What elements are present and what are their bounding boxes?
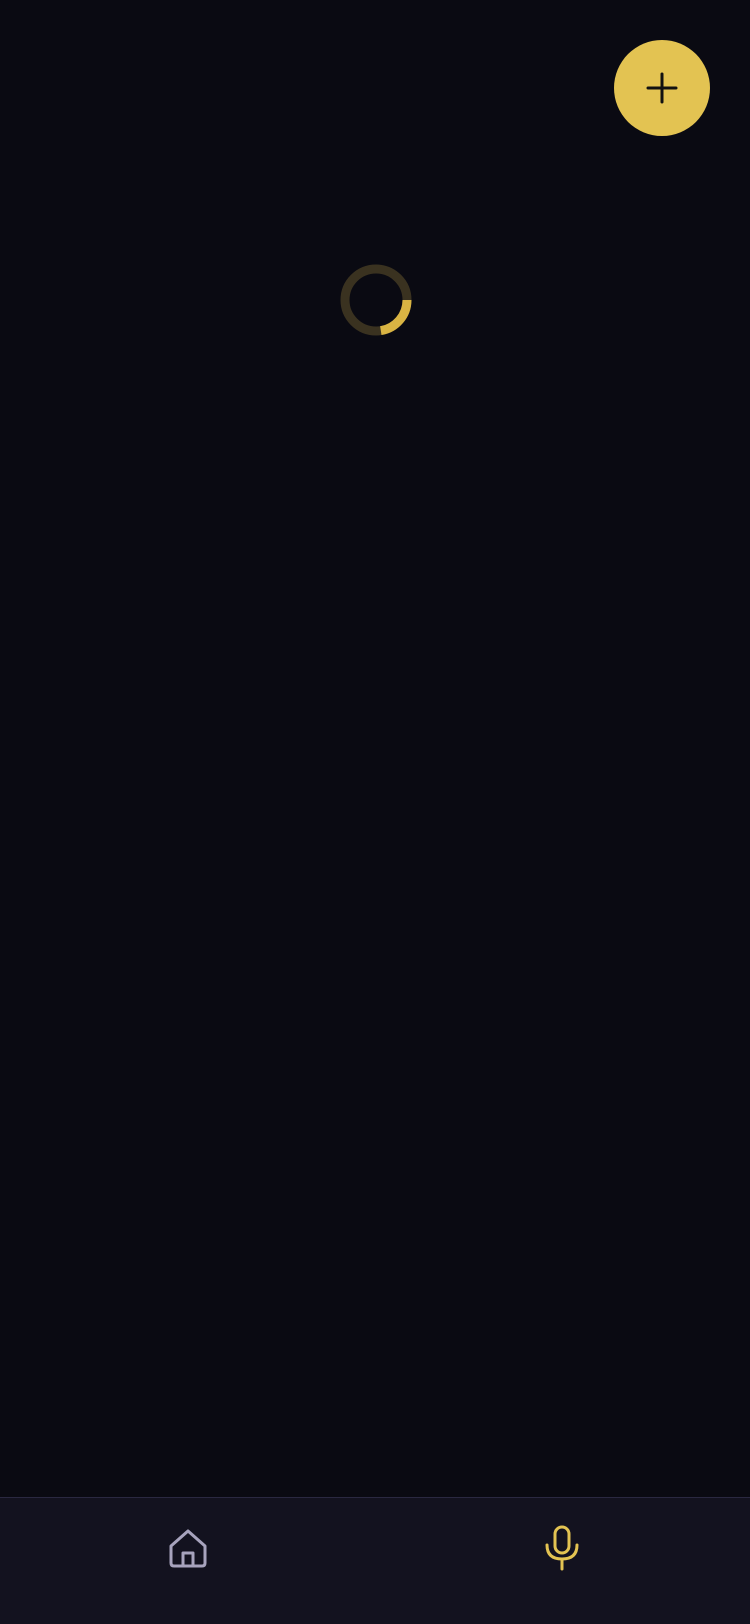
home-icon bbox=[169, 1529, 207, 1568]
add-button[interactable] bbox=[614, 40, 710, 136]
spinner-arc bbox=[379, 299, 412, 336]
loading-spinner bbox=[340, 264, 412, 336]
nav-home[interactable] bbox=[158, 1518, 218, 1578]
microphone-icon bbox=[545, 1525, 579, 1571]
plus-icon bbox=[646, 72, 678, 104]
bottom-navigation bbox=[0, 1497, 750, 1624]
app-screen bbox=[0, 0, 750, 1624]
nav-microphone[interactable] bbox=[532, 1518, 592, 1578]
